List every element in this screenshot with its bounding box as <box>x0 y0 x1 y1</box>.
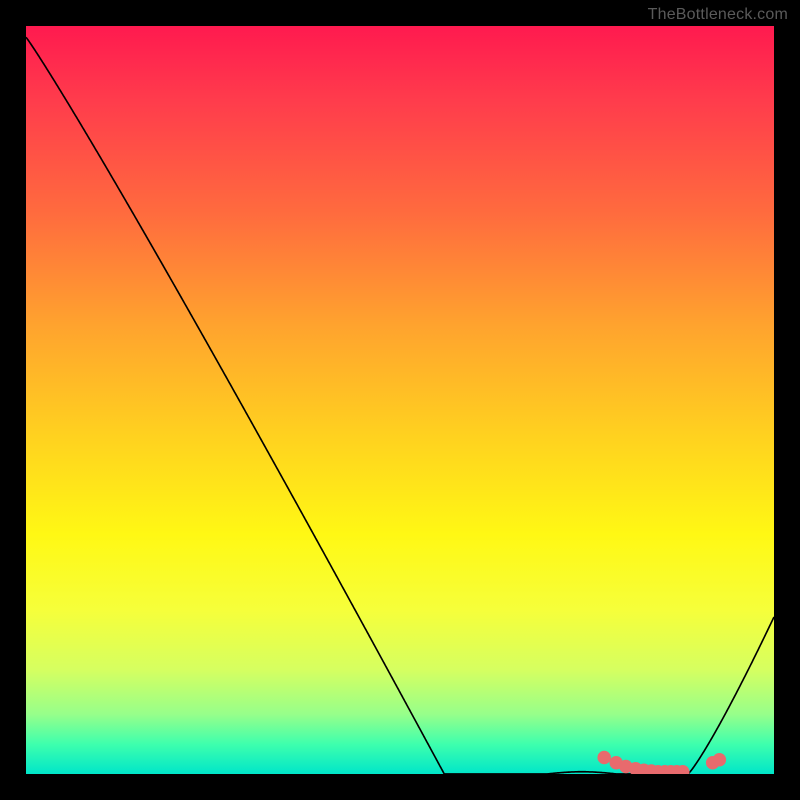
attribution-text: TheBottleneck.com <box>648 6 788 24</box>
chart-container: TheBottleneck.com <box>0 0 800 800</box>
gradient-plot-area <box>26 26 774 774</box>
